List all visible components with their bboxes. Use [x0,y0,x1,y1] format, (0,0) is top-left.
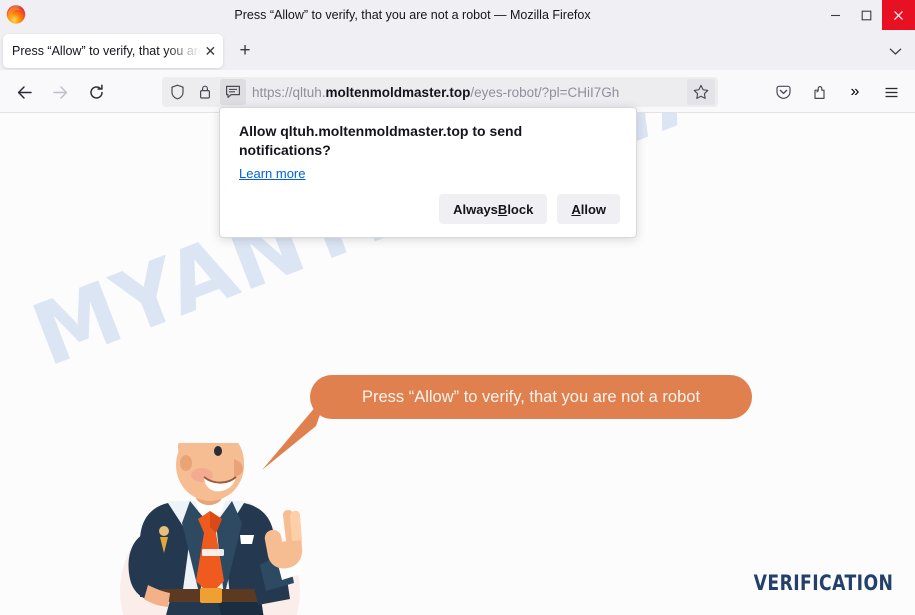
back-button[interactable] [11,79,37,105]
url-host: moltenmoldmaster.top [325,84,471,100]
url-scheme: https://qltuh. [252,84,326,100]
url-path: /eyes-robot/?pl=CHiI7Gh [470,84,620,100]
padlock-icon[interactable] [192,79,218,105]
overflow-chevrons-icon[interactable]: » [842,79,868,105]
minimize-button[interactable] [820,0,851,30]
allow-button[interactable]: Allow [557,194,620,224]
notification-panel-actions: Always Block Allow [439,194,620,224]
window-title: Press “Allow” to verify, that you are no… [234,8,591,22]
maximize-button[interactable] [851,0,882,30]
always-block-accesskey: B [497,201,508,217]
learn-more-link[interactable]: Learn more [239,166,305,181]
speech-bubble: Press “Allow” to verify, that you are no… [310,375,752,419]
allow-accesskey: A [571,201,581,217]
always-block-button[interactable]: Always Block [439,194,548,224]
notification-permission-icon[interactable] [220,79,246,105]
notification-panel-title: Allow qltuh.moltenmoldmaster.top to send… [239,123,523,158]
verification-wordmark: VERIFICATION [753,571,893,595]
new-tab-button[interactable]: + [232,38,258,64]
identity-box [162,77,246,107]
url-bar[interactable]: https://qltuh.moltenmoldmaster.top/eyes-… [162,77,718,107]
allow-label-after: llow [580,201,606,217]
pocket-save-icon[interactable] [770,79,796,105]
always-block-label-after: lock [507,201,534,217]
reload-button[interactable] [83,79,109,105]
extensions-icon[interactable] [806,79,832,105]
tab-title: Press “Allow” to verify, that you are no… [12,44,201,58]
browser-tab-active[interactable]: Press “Allow” to verify, that you are no… [3,34,223,68]
close-window-button[interactable] [882,0,915,30]
star-bookmark-icon[interactable] [687,79,715,105]
shield-icon[interactable] [164,79,190,105]
forward-button[interactable] [47,79,73,105]
window-controls [820,0,915,30]
url-text[interactable]: https://qltuh.moltenmoldmaster.top/eyes-… [246,85,687,100]
always-block-label-before: Always [453,201,498,217]
notification-permission-panel: Allow qltuh.moltenmoldmaster.top to send… [219,107,637,238]
title-bar: Press “Allow” to verify, that you are no… [0,0,915,30]
firefox-browser-window: Press “Allow” to verify, that you are no… [0,0,915,615]
list-all-tabs-chevron-down-icon[interactable] [883,40,907,62]
speech-bubble-text: Press “Allow” to verify, that you are no… [361,387,701,406]
application-menu-button[interactable] [878,79,904,105]
tab-strip: Press “Allow” to verify, that you are no… [0,30,915,70]
close-tab-icon[interactable]: ✕ [201,38,220,64]
